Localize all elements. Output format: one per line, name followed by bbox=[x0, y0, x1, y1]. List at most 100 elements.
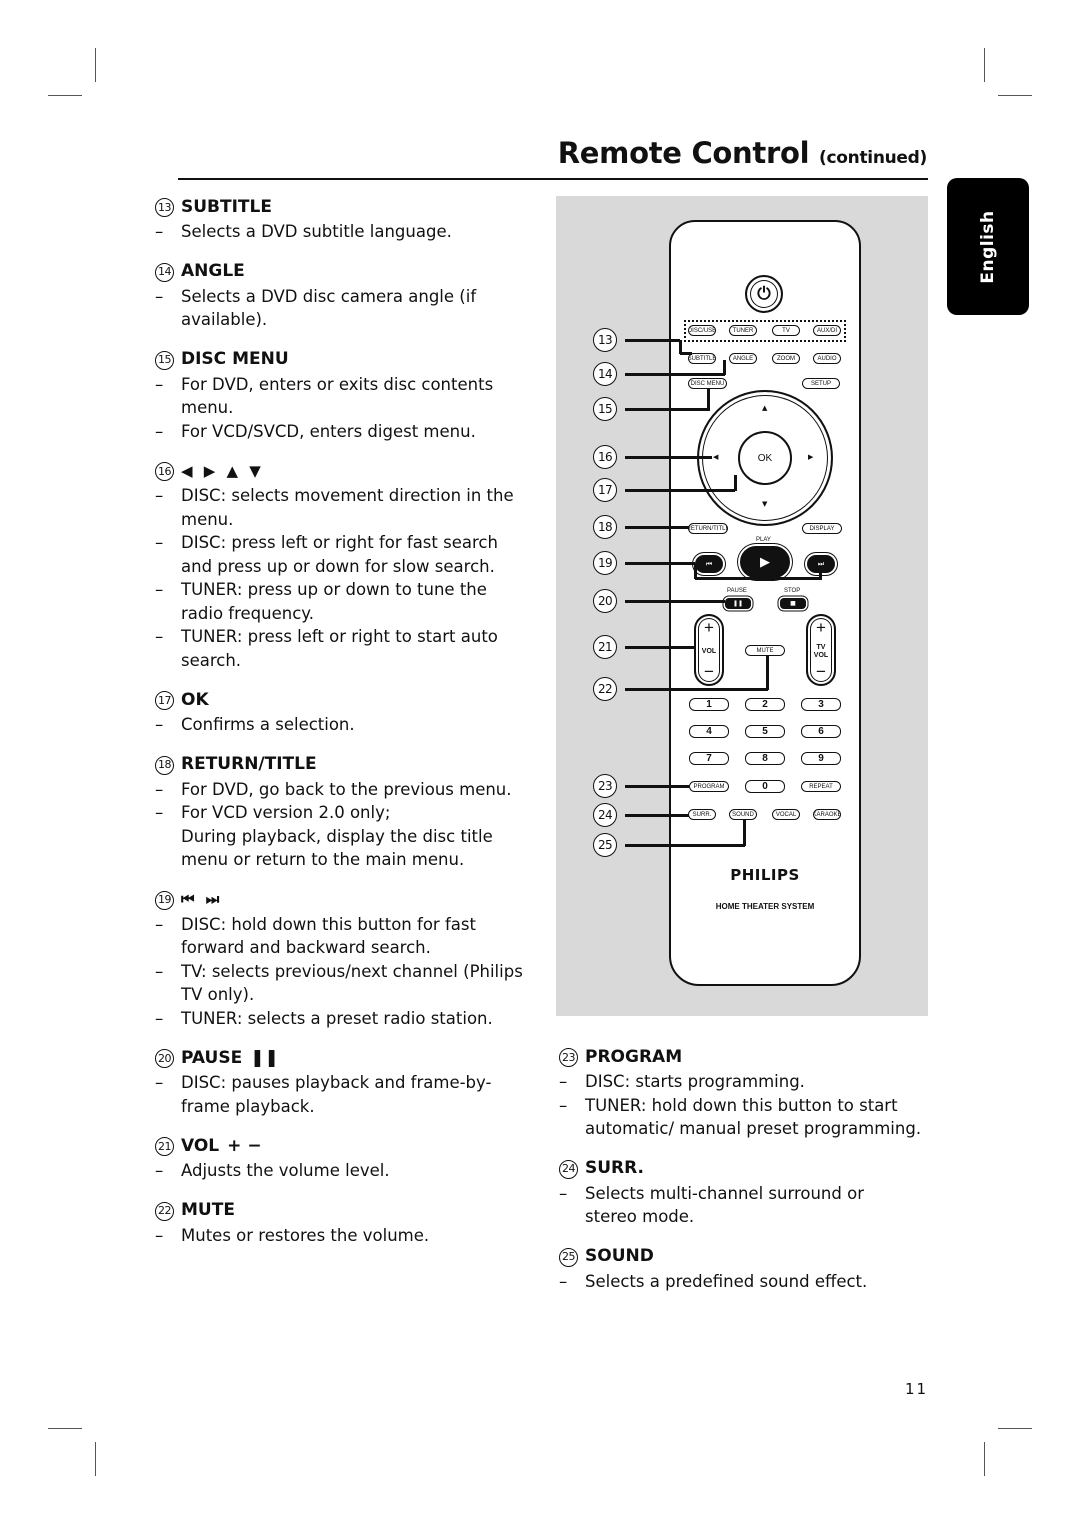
bullet-text: TV: selects previous/next channel (Phili… bbox=[181, 961, 523, 981]
section-title: SURR. bbox=[585, 1158, 645, 1179]
bullet-text: DISC: pauses playback and frame-by- bbox=[181, 1073, 492, 1092]
bullet-dash: – bbox=[155, 533, 164, 552]
bullet-text-continued: forward and backward search. bbox=[181, 938, 431, 957]
section-18: 18 RETURN/TITLE – For DVD, go back to the p… bbox=[155, 754, 530, 872]
tv-vol-label-2: VOL bbox=[813, 652, 829, 659]
section-heading: 22 MUTE bbox=[155, 1200, 530, 1223]
section-heading: 14 ANGLE bbox=[155, 261, 530, 284]
bullet-dash: – bbox=[155, 286, 164, 306]
item-number-badge: 18 bbox=[155, 755, 174, 775]
power-button: ⏻ bbox=[745, 275, 783, 313]
leader-line bbox=[625, 600, 725, 603]
crop-mark bbox=[48, 1428, 82, 1429]
bullet-item: – DISC: starts programming. bbox=[559, 1070, 929, 1094]
leader-line bbox=[625, 373, 725, 376]
section-heading: 18 RETURN/TITLE bbox=[155, 754, 530, 777]
bullet-text-continued: TV only). bbox=[181, 985, 255, 1004]
bullet-text: TUNER: hold down this button to start bbox=[585, 1095, 898, 1115]
section-title: OK bbox=[181, 689, 209, 710]
section-title: RETURN/TITLE bbox=[181, 754, 317, 775]
title-rule bbox=[178, 178, 928, 180]
callout-14: 14 bbox=[593, 362, 617, 386]
bullet-text-continued: menu or return to the main menu. bbox=[181, 850, 465, 869]
digit-button: 9 bbox=[801, 752, 841, 765]
section-heading: 13 SUBTITLE bbox=[155, 196, 530, 219]
plus-icon: + bbox=[816, 618, 826, 637]
page-number: 11 bbox=[905, 1380, 929, 1398]
item-number-badge: 15 bbox=[155, 350, 174, 370]
item-number-badge: 21 bbox=[155, 1137, 174, 1156]
minus-icon: − bbox=[704, 662, 714, 681]
bullet-item: – Mutes or restores the volume. bbox=[155, 1224, 530, 1248]
crop-mark bbox=[48, 95, 82, 96]
bullet-dash: – bbox=[155, 715, 164, 734]
bullet-item: – Selects a DVD subtitle language. bbox=[155, 220, 530, 244]
digit-button: 6 bbox=[801, 725, 841, 738]
function-button: ANGLE bbox=[729, 353, 757, 364]
mute-button: MUTE bbox=[745, 645, 785, 656]
function-button: AUDIO bbox=[813, 353, 841, 364]
callout-24: 24 bbox=[593, 803, 617, 827]
bullet-dash: – bbox=[155, 803, 164, 822]
callout-16: 16 bbox=[593, 445, 617, 469]
arrow-down-icon: ▼ bbox=[762, 500, 768, 508]
pause-icon: ❚❚ bbox=[732, 600, 744, 607]
bullet-text: Selects multi-channel surround or bbox=[585, 1183, 864, 1203]
bullet-text: DISC: starts programming. bbox=[585, 1072, 805, 1091]
leader-line bbox=[766, 655, 769, 690]
bullet-text-continued: menu. bbox=[181, 398, 234, 417]
return-title-button: RETURN/TITLE bbox=[688, 523, 728, 534]
bullet-dash: – bbox=[559, 1095, 568, 1115]
stop-label: STOP bbox=[784, 588, 801, 594]
bullet-text: DISC: press left or right for fast searc… bbox=[181, 533, 498, 552]
leader-line bbox=[625, 785, 689, 788]
bullet-text: Adjusts the volume level. bbox=[181, 1161, 390, 1180]
item-number-badge: 24 bbox=[559, 1159, 578, 1179]
button-symbol-icon: ❚❚ bbox=[250, 1047, 279, 1068]
play-label: PLAY bbox=[756, 537, 771, 543]
button-symbol-icon: ⏮ ⏭ bbox=[181, 890, 223, 909]
section-heading: 24 SURR. bbox=[559, 1158, 929, 1181]
section-title: SOUND bbox=[585, 1246, 654, 1267]
leader-line bbox=[625, 456, 712, 459]
bullet-item: – Selects a predefined sound effect. bbox=[559, 1270, 929, 1294]
bullet-text: TUNER: selects a preset radio station. bbox=[181, 1008, 493, 1028]
leader-line bbox=[680, 352, 692, 355]
button-symbol-icon: ◀ ▶ ▲ ▼ bbox=[181, 461, 264, 480]
digit-button: 3 bbox=[801, 698, 841, 711]
bullet-text-continued: and press up or down for slow search. bbox=[181, 556, 495, 576]
callout-15: 15 bbox=[593, 397, 617, 421]
leader-line bbox=[707, 388, 710, 410]
bullet-item: – DISC: pauses playback and frame-by- bbox=[155, 1071, 530, 1095]
section-heading: 20 PAUSE ❚❚ bbox=[155, 1047, 530, 1070]
section-title: SUBTITLE bbox=[181, 196, 272, 217]
bullet-dash: – bbox=[559, 1271, 568, 1291]
section-19: 19 ⏮ ⏭ – DISC: hold down this button for fa… bbox=[155, 889, 530, 1031]
bullet-item: – TV: selects previous/next channel (Phil… bbox=[155, 960, 530, 984]
display-button: DISPLAY bbox=[802, 523, 842, 534]
section-title: ANGLE bbox=[181, 261, 245, 282]
page-title-suffix: (continued) bbox=[819, 148, 927, 168]
section-heading: 25 SOUND bbox=[559, 1246, 929, 1269]
bullet-dash: – bbox=[155, 961, 164, 981]
item-number-badge: 19 bbox=[155, 890, 174, 910]
digit-button: 2 bbox=[745, 698, 785, 711]
bullet-text-continued: frame playback. bbox=[181, 1096, 315, 1116]
leader-line bbox=[625, 489, 735, 492]
bullet-text: Selects a predefined sound effect. bbox=[585, 1271, 868, 1291]
section-20: 20 PAUSE ❚❚ – DISC: pauses playback and fram… bbox=[155, 1047, 530, 1118]
section-heading: 17 OK bbox=[155, 689, 530, 712]
item-number-badge: 17 bbox=[155, 691, 174, 710]
right-column: 23 PROGRAM – DISC: starts programming. – TUNE… bbox=[559, 1046, 929, 1310]
bullet-item: – DISC: selects movement direction in the bbox=[155, 484, 530, 508]
crop-mark bbox=[984, 48, 985, 82]
play-button: ▶ bbox=[740, 546, 790, 578]
bullet-item: – TUNER: hold down this button to start bbox=[559, 1094, 929, 1118]
item-number-badge: 13 bbox=[155, 198, 174, 217]
section-23: 23 PROGRAM – DISC: starts programming. – TUNE… bbox=[559, 1046, 929, 1141]
bullet-dash: – bbox=[155, 627, 164, 646]
bullet-dash: – bbox=[155, 580, 164, 599]
bullet-text: For VCD version 2.0 only; bbox=[181, 803, 391, 822]
power-icon: ⏻ bbox=[757, 284, 771, 304]
callout-19: 19 bbox=[593, 551, 617, 575]
